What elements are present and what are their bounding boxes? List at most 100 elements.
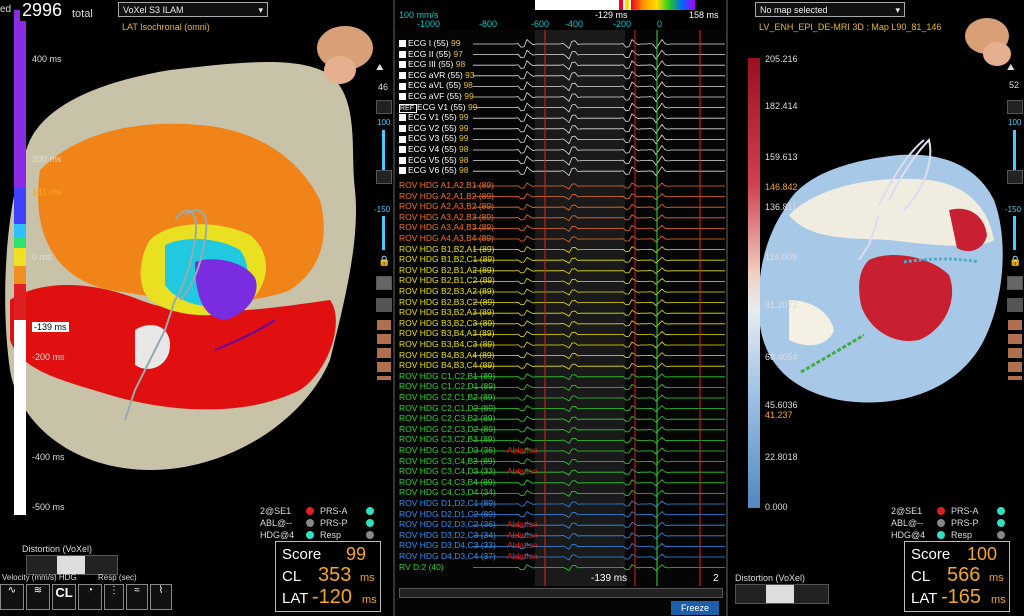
ecg-channel-label[interactable]: ECG V6 (55) 98 — [399, 165, 469, 175]
ecg-channel-label[interactable]: ECG III (55) 98 — [399, 59, 465, 69]
marker-bar[interactable] — [535, 0, 631, 10]
lock-icon[interactable]: 🔒 — [378, 256, 390, 267]
channel-checkbox[interactable] — [399, 82, 406, 90]
hdg-channel-label[interactable]: ROV HDG B3,B2,C3 (89) — [399, 318, 495, 328]
hdg-channel-label[interactable]: ROV HDG B3,B4,A3 (89) — [399, 328, 494, 338]
hdg-channel-label[interactable]: ROV HDG A3,A2,B3 (89) — [399, 212, 494, 222]
right-map-panel[interactable]: 205.216 182.414 159.613 146.842 136.811 114.0… — [729, 0, 1024, 616]
hdg-channel-label[interactable]: ROV HDG D1,D2,C1 (89) — [399, 498, 496, 508]
hdg-channel-label[interactable]: ROV HDG D2,D1,C2 (89) — [399, 509, 496, 519]
hdg-channel-label[interactable]: ROV HDG C3,C2,B3 (89) — [399, 434, 495, 444]
ecg-view-icon[interactable]: ∿ — [0, 584, 24, 610]
shading-icon[interactable] — [376, 276, 392, 290]
channel-checkbox[interactable] — [399, 61, 406, 69]
channel-checkbox[interactable] — [399, 156, 406, 164]
options-icon[interactable]: ⋮ — [104, 584, 124, 610]
hdg-channel-label[interactable]: ROV HDG D2,D3,C2 (36) — [399, 519, 496, 529]
threshold-slider-lower[interactable] — [382, 216, 385, 250]
hdg-channel-label[interactable]: ROV HDG A4,A3,B4 (89) — [399, 233, 494, 243]
pulse-icon[interactable]: ⌇ — [150, 584, 172, 610]
map-select-dropdown[interactable]: No map selected ▾ — [755, 2, 905, 17]
channel-checkbox[interactable] — [399, 114, 406, 122]
hdg-channel-label[interactable]: ROV HDG A2,A1,B2 (89) — [399, 191, 494, 201]
ecg-channel-label[interactable]: ECG aVL (55) 98 — [399, 80, 473, 90]
orientation-head-icon[interactable] — [317, 26, 373, 84]
shading-icon[interactable] — [1007, 276, 1023, 290]
hdg-channel-label[interactable]: ROV HDG B1,B2,C1 (89) — [399, 254, 495, 264]
map-select-dropdown[interactable]: VoXel S3 ILAM ▾ — [118, 2, 268, 17]
mri-color-scale[interactable] — [748, 58, 760, 508]
hdg-channel-label[interactable]: ROV HDG C2,C1,D2 (89) — [399, 403, 496, 413]
left-map-panel[interactable]: 400 ms 200 ms 131 ms 0 ms -139 ms -200 m… — [0, 0, 393, 616]
hdg-channel-label[interactable]: ROV HDG B2,B3,C2 (89) — [399, 297, 495, 307]
hdg-channel-label[interactable]: ROV HDG A2,A3,B2 (89) — [399, 201, 494, 211]
hdg-channel-label[interactable]: ROV HDG C2,C3,B2 (89) — [399, 413, 495, 423]
hdg-channel-label[interactable]: ROV HDG C4,C3,D4 (34) — [399, 487, 496, 497]
hdg-channel-label[interactable]: ROV HDG C3,C4,B3 (89) — [399, 456, 495, 466]
resp-wave-icon[interactable]: ≈ — [126, 584, 148, 610]
ecg-channel-label[interactable]: ECG V2 (55) 99 — [399, 123, 469, 133]
mountain-icon[interactable]: ⛰ — [1007, 62, 1015, 73]
hdg-channel-label[interactable]: ROV HDG C2,C3,D2 (89) — [399, 424, 496, 434]
body-view-icons[interactable] — [377, 320, 391, 380]
hdg-channel-label[interactable]: ROV HDG C4,C3,B4 (89) — [399, 477, 495, 487]
lock-icon[interactable]: 🔒 — [1009, 256, 1021, 267]
ecg-channel-label[interactable]: ECG V4 (55) 98 — [399, 144, 469, 154]
ecg-channel-label[interactable]: ECG V5 (55) 98 — [399, 155, 469, 165]
hdg-channel-label[interactable]: ROV HDG B3,B2,A3 (89) — [399, 307, 494, 317]
threshold-slider[interactable] — [1013, 130, 1016, 170]
mountain-icon[interactable]: ⛰ — [376, 62, 384, 73]
ecg-channel-label[interactable]: ECG aVF (55) 99 — [399, 91, 474, 101]
hdg-channel-label[interactable]: ROV HDG C1,C2,D1 (89) — [399, 381, 496, 391]
display-mode-icon[interactable] — [1007, 298, 1023, 312]
ecg-channel-label[interactable]: ECG I (55) 99 — [399, 38, 460, 48]
channel-checkbox[interactable] — [399, 135, 406, 143]
hdg-channel-label[interactable]: RV D:2 (40) — [399, 562, 444, 572]
threshold-slider-lower[interactable] — [1013, 216, 1016, 250]
distortion-slider[interactable] — [26, 555, 118, 575]
threshold-slider[interactable] — [382, 130, 385, 170]
ecg-channel-label[interactable]: ECG V1 (55) 99 — [399, 112, 469, 122]
hdg-channel-label[interactable]: ROV HDG D4,D3,C4 (37) — [399, 551, 496, 561]
hdg-channel-label[interactable]: ROV HDG B2,B1,A2 (89) — [399, 265, 494, 275]
display-mode-icon[interactable] — [376, 298, 392, 312]
hdg-channel-label[interactable]: ROV HDG A1,A2,B1 (89) — [399, 180, 494, 190]
hdg-channel-label[interactable]: ROV HDG B2,B1,C2 (89) — [399, 275, 495, 285]
channel-checkbox[interactable] — [399, 167, 406, 175]
channel-checkbox[interactable] — [399, 93, 406, 101]
hdg-channel-label[interactable]: ROV HDG B3,B4,C3 (89) — [399, 339, 495, 349]
hdg-channel-label[interactable]: ROV HDG C2,C1,B2 (89) — [399, 392, 495, 402]
orientation-head-icon[interactable] — [965, 18, 1011, 66]
layers-icon[interactable] — [376, 100, 392, 114]
lat-color-scale[interactable] — [14, 10, 26, 515]
waveform-icon[interactable]: ≋ — [26, 584, 50, 610]
body-view-icons[interactable] — [1008, 320, 1022, 380]
channel-checkbox[interactable] — [399, 146, 406, 154]
hdg-channel-label[interactable]: ROV HDG B4,B3,A4 (89) — [399, 350, 494, 360]
ecg-channel-label[interactable]: ECG V3 (55) 99 — [399, 133, 469, 143]
hdg-channel-label[interactable]: ROV HDG D3,D4,C3 (33) — [399, 540, 496, 550]
channel-checkbox[interactable] — [399, 40, 406, 48]
hdg-channel-label[interactable]: ROV HDG C3,C2,D3 (36) — [399, 445, 496, 455]
threshold-icon[interactable] — [376, 170, 392, 184]
cl-button[interactable]: CL — [52, 584, 76, 610]
hdg-channel-label[interactable]: ROV HDG D3,D2,C3 (34) — [399, 530, 496, 540]
ecg-channel-label[interactable]: ECG II (55) 97 — [399, 49, 463, 59]
threshold-icon[interactable] — [1007, 170, 1023, 184]
channel-checkbox[interactable] — [399, 125, 406, 133]
hdg-channel-label[interactable]: ROV HDG B4,B3,C4 (89) — [399, 360, 495, 370]
channel-checkbox[interactable] — [399, 72, 406, 80]
gauge-icon[interactable]: ◔ — [78, 584, 102, 610]
layers-icon[interactable] — [1007, 100, 1023, 114]
hdg-channel-label[interactable]: ROV HDG C3,C4,D3 (33) — [399, 466, 496, 476]
signal-panel[interactable]: 100 mm/s -1000 -800 -600 -400 -200 0 -12… — [395, 0, 725, 616]
color-marker-bar[interactable] — [631, 0, 695, 10]
hdg-channel-label[interactable]: ROV HDG B2,B3,A2 (89) — [399, 286, 494, 296]
ecg-channel-label[interactable]: ECG aVR (55) 93 — [399, 70, 475, 80]
distortion-slider[interactable] — [735, 584, 829, 604]
channel-checkbox[interactable] — [399, 50, 406, 58]
freeze-button[interactable]: Freeze — [671, 601, 719, 615]
hdg-channel-label[interactable]: ROV HDG C1,C2,B1 (89) — [399, 371, 495, 381]
timeline-scrollbar[interactable] — [399, 588, 723, 598]
hdg-channel-label[interactable]: ROV HDG A3,A4,B3 (89) — [399, 222, 494, 232]
